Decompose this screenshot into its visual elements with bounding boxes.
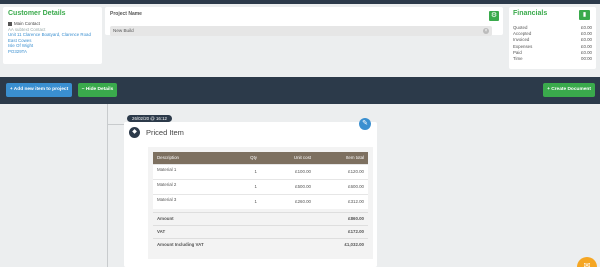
- customer-details-title: Customer Details: [8, 10, 66, 17]
- action-bar: + Add new item to project − Hide Details…: [0, 77, 600, 104]
- pencil-icon[interactable]: ✎: [359, 118, 371, 130]
- address-line-1[interactable]: Unit 11 Clarence Boatyard, Clarence Road: [8, 32, 97, 38]
- summary-row: Amount £860.00: [153, 211, 368, 225]
- add-item-button[interactable]: + Add new item to project: [6, 83, 72, 97]
- settings-icon[interactable]: ⚙: [489, 11, 499, 21]
- item-table-container: Description Qty Unit cost Item total Mat…: [148, 147, 373, 259]
- chart-icon[interactable]: ▮: [579, 10, 590, 20]
- col-unit-cost: Unit cost: [261, 152, 315, 164]
- table-row[interactable]: Material 2 1 £500.00 £600.00: [153, 178, 368, 194]
- items-table: Description Qty Unit cost Item total Mat…: [153, 152, 368, 251]
- clear-icon[interactable]: ×: [483, 28, 489, 34]
- item-title: Priced Item: [146, 128, 184, 137]
- address-line-4[interactable]: PO329TA: [8, 49, 97, 55]
- timeline-connector: [107, 124, 125, 125]
- col-qty: Qty: [231, 152, 261, 164]
- col-description: Description: [153, 152, 231, 164]
- summary-row: Amount Including VAT £1,032.00: [153, 237, 368, 251]
- financials-card: Financials ▮ Quoted £0.00 Accepted £0.00 I…: [509, 7, 596, 69]
- top-bar: [0, 0, 600, 4]
- table-row[interactable]: Material 3 1 £260.00 £312.00: [153, 193, 368, 209]
- chat-icon[interactable]: ✉: [577, 257, 597, 267]
- timeline-line: [107, 104, 108, 267]
- table-row[interactable]: Material 1 1 £100.00 £120.00: [153, 163, 368, 179]
- item-date-badge: 26/02/20 @ 16:12: [127, 115, 172, 122]
- project-name-card: Project Name ⚙ New Build ×: [105, 7, 503, 36]
- person-icon: [8, 21, 12, 26]
- hide-details-button[interactable]: − Hide Details: [78, 83, 117, 97]
- create-document-button[interactable]: + Create Document: [543, 83, 595, 97]
- priced-item-card: ◆ Priced Item ✎ Description Qty Unit cos…: [124, 118, 377, 267]
- customer-details-card: Customer Details Main Contact AA subtext…: [3, 7, 102, 64]
- summary-row: VAT £172.00: [153, 224, 368, 238]
- col-item-total: Item total: [315, 152, 368, 164]
- project-name-label: Project Name: [110, 11, 142, 17]
- project-name-input[interactable]: New Build ×: [110, 26, 492, 36]
- financial-row: Time 00:00: [513, 56, 592, 62]
- tag-icon: ◆: [129, 127, 140, 138]
